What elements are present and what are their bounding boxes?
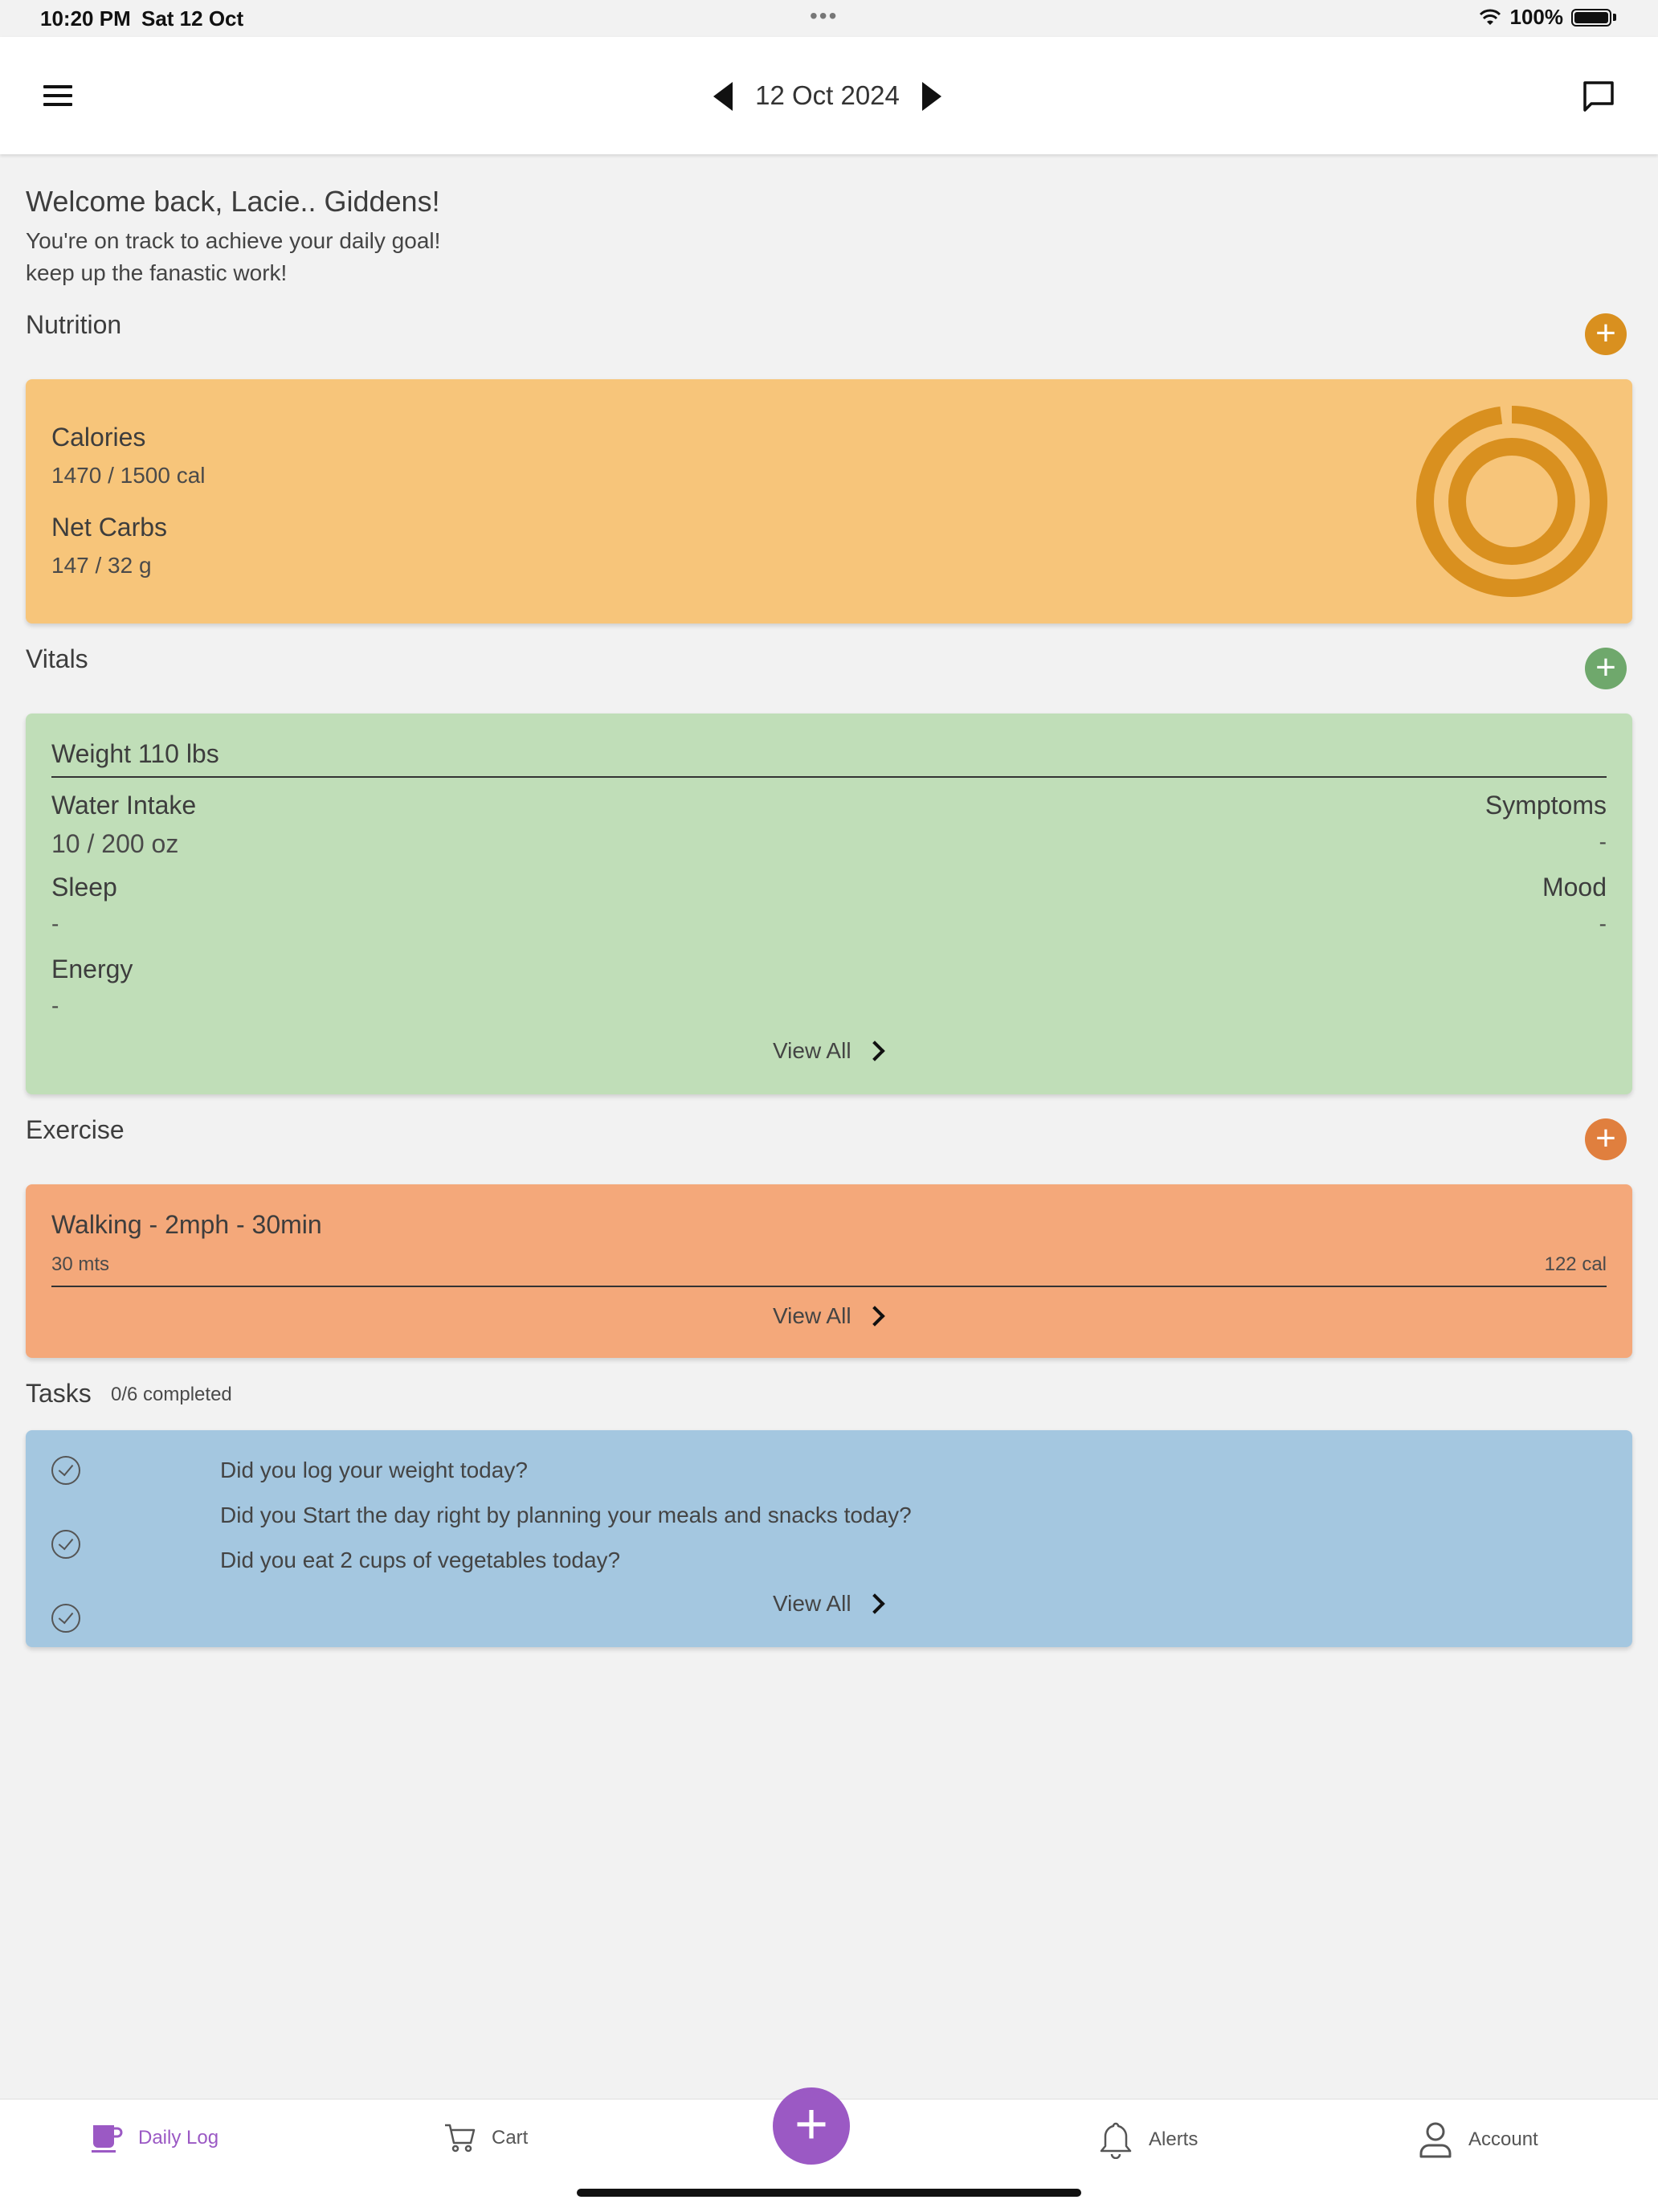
wifi-icon [1479,9,1501,25]
welcome-message-line2: keep up the fanastic work! [26,260,288,285]
view-all-label: View All [773,1303,851,1328]
view-all-label: View All [773,1038,851,1063]
calories-label: Calories [51,423,146,452]
chat-icon[interactable] [1581,79,1616,114]
cart-icon [445,2124,476,2153]
status-indicators: 100% [1478,5,1616,30]
battery-icon [1571,8,1611,27]
vitals-title: Vitals [26,644,88,673]
plus-icon: + [1595,1118,1616,1158]
carbs-ring [1448,438,1575,565]
exercise-activity: Walking - 2mph - 30min [51,1210,322,1239]
nav-label: Cart [492,2127,529,2149]
task-item[interactable]: Did you eat 2 cups of vegetables today? [220,1548,620,1573]
sleep-value: - [51,911,59,936]
nav-label: Account [1468,2128,1538,2150]
tasks-completed-count: 0/6 completed [111,1384,232,1405]
next-day-arrow-icon[interactable] [922,82,941,111]
cup-icon [92,2125,123,2153]
nutrition-progress-rings [1416,406,1607,597]
water-intake-value: 10 / 200 oz [51,829,179,858]
exercise-card[interactable]: Walking - 2mph - 30min 30 mts 122 cal Vi… [26,1184,1632,1358]
tasks-card[interactable]: Did you log your weight today? Did you S… [26,1430,1632,1647]
divider [51,776,1607,778]
energy-label: Energy [51,955,133,983]
battery-nub [1613,14,1616,21]
exercise-duration: 30 mts [51,1253,110,1275]
exercise-view-all-link[interactable]: View All [773,1303,885,1329]
status-bar: 10:20 PM Sat 12 Oct ••• 100% [0,0,1658,37]
task-item[interactable]: Did you Start the day right by planning … [220,1503,912,1528]
add-nutrition-button[interactable]: + [1585,313,1627,355]
task-check-icon[interactable] [51,1604,80,1633]
status-time: 10:20 PM [40,6,131,31]
divider [51,1286,1607,1287]
add-vitals-button[interactable]: + [1585,648,1627,689]
current-date[interactable]: 12 Oct 2024 [755,80,900,111]
exercise-title: Exercise [26,1115,125,1144]
mood-label: Mood [1542,873,1607,902]
person-icon [1419,2122,1452,2158]
vitals-card[interactable]: Weight 110 lbs Water Intake 10 / 200 oz … [26,713,1632,1094]
chevron-right-icon [864,1306,885,1327]
nutrition-card[interactable]: Calories 1470 / 1500 cal Net Carbs 147 /… [26,379,1632,624]
nav-alerts[interactable]: Alerts [1097,2120,1198,2159]
nav-account[interactable]: Account [1417,2120,1538,2159]
multitask-dots[interactable]: ••• [810,3,838,29]
view-all-label: View All [773,1591,851,1616]
water-intake-label: Water Intake [51,791,197,820]
welcome-message-line1: You're on track to achieve your daily go… [26,228,441,253]
weight-label: Weight 110 lbs [51,739,219,768]
plus-icon: + [1595,648,1616,687]
welcome-title: Welcome back, Lacie.. Giddens! [26,185,440,218]
tasks-title: Tasks [26,1379,92,1408]
plus-icon: + [1595,313,1616,353]
exercise-calories: 122 cal [1544,1253,1607,1275]
nav-cart[interactable]: Cart [443,2122,528,2154]
plus-icon: + [794,2092,829,2157]
mood-value: - [1599,911,1607,936]
vitals-view-all-link[interactable]: View All [773,1038,885,1064]
chevron-right-icon [864,1041,885,1061]
app-bar: 12 Oct 2024 [0,37,1658,154]
net-carbs-label: Net Carbs [51,513,168,542]
nav-label: Daily Log [138,2127,219,2149]
symptoms-value: - [1599,829,1607,854]
add-entry-fab[interactable]: + [773,2087,850,2165]
battery-percent: 100% [1509,5,1564,29]
status-date: Sat 12 Oct [141,6,244,31]
menu-icon[interactable] [43,85,72,106]
nutrition-title: Nutrition [26,310,122,339]
nav-label: Alerts [1149,2128,1199,2150]
tasks-view-all-link[interactable]: View All [773,1591,885,1617]
home-indicator[interactable] [577,2189,1081,2197]
task-item[interactable]: Did you log your weight today? [220,1458,528,1483]
task-check-icon[interactable] [51,1456,80,1485]
add-exercise-button[interactable]: + [1585,1118,1627,1160]
previous-day-arrow-icon[interactable] [713,82,733,111]
net-carbs-value: 147 / 32 g [51,553,152,578]
sleep-label: Sleep [51,873,117,902]
nav-daily-log[interactable]: Daily Log [90,2122,218,2154]
bell-icon [1100,2122,1132,2159]
task-check-icon[interactable] [51,1530,80,1559]
symptoms-label: Symptoms [1484,791,1607,820]
chevron-right-icon [864,1593,885,1614]
energy-value: - [51,993,59,1018]
calories-value: 1470 / 1500 cal [51,463,206,488]
